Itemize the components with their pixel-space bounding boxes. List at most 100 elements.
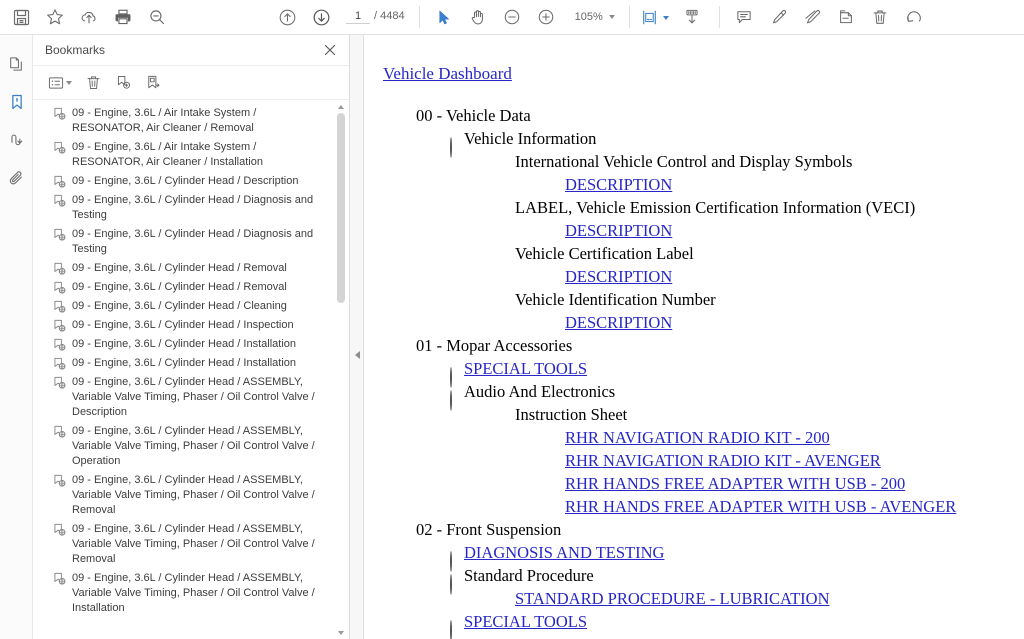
next-page-button[interactable] bbox=[304, 2, 338, 32]
save-button[interactable] bbox=[4, 2, 38, 32]
favorite-button[interactable] bbox=[38, 2, 72, 32]
bookmark-page-icon bbox=[53, 376, 67, 390]
sidebar-item-pages[interactable] bbox=[0, 47, 33, 85]
outline-label: 02 - Front Suspension bbox=[416, 520, 562, 539]
bookmark-item[interactable]: 09 - Engine, 3.6L / Cylinder Head / Diag… bbox=[33, 191, 349, 225]
download-stamp-button[interactable] bbox=[675, 2, 709, 32]
sidebar-item-bookmarks[interactable] bbox=[0, 85, 33, 123]
bookmark-item[interactable]: 09 - Engine, 3.6L / Cylinder Head / ASSE… bbox=[33, 520, 349, 569]
pan-tool-button[interactable] bbox=[461, 2, 495, 32]
bookmark-item[interactable]: 09 - Engine, 3.6L / Cylinder Head / Remo… bbox=[33, 259, 349, 278]
scrollbar-thumb[interactable] bbox=[337, 113, 345, 303]
bookmark-options-button[interactable] bbox=[43, 70, 77, 96]
outline-link[interactable]: RHR HANDS FREE ADAPTER WITH USB - 200 bbox=[565, 474, 905, 493]
outline-item: Standard Procedure STANDARD PROCEDURE - L… bbox=[450, 564, 1010, 610]
previous-page-button[interactable] bbox=[270, 2, 304, 32]
outline-link[interactable]: RHR NAVIGATION RADIO KIT - 200 bbox=[565, 428, 830, 447]
zoom-out-button[interactable] bbox=[495, 2, 529, 32]
outline-level-3: STANDARD PROCEDURE - LUBRICATION bbox=[464, 587, 1010, 610]
circle-bullet-icon bbox=[450, 551, 452, 572]
stamp-button[interactable] bbox=[829, 2, 863, 32]
outline-item: Vehicle Information International Vehicle… bbox=[450, 127, 1010, 334]
outline-link[interactable]: SPECIAL TOOLS bbox=[464, 612, 587, 631]
document-viewport[interactable]: Vehicle Dashboard 00 - Vehicle Data Vehic… bbox=[365, 35, 1024, 639]
highlight-button[interactable] bbox=[761, 2, 795, 32]
outline-item: DESCRIPTION bbox=[565, 311, 1010, 334]
outline-link[interactable]: RHR NAVIGATION RADIO KIT - AVENGER bbox=[565, 451, 881, 470]
new-bookmark-button[interactable] bbox=[109, 70, 137, 96]
goto-bookmark-button[interactable] bbox=[139, 70, 167, 96]
bookmark-item[interactable]: 09 - Engine, 3.6L / Cylinder Head / ASSE… bbox=[33, 422, 349, 471]
bookmark-item[interactable]: 09 - Engine, 3.6L / Cylinder Head / Insp… bbox=[33, 316, 349, 335]
delete-button[interactable] bbox=[863, 2, 897, 32]
comment-button[interactable] bbox=[727, 2, 761, 32]
bookmark-page-icon bbox=[53, 300, 67, 314]
bookmark-item[interactable]: 09 - Engine, 3.6L / Air Intake System / … bbox=[33, 138, 349, 172]
outline-link[interactable]: SPECIAL TOOLS bbox=[464, 359, 587, 378]
sidebar-item-attachments[interactable] bbox=[0, 161, 33, 199]
bookmark-item-label: 09 - Engine, 3.6L / Cylinder Head / Clea… bbox=[72, 300, 287, 312]
delete-bookmark-button[interactable] bbox=[79, 70, 107, 96]
bookmark-item-label: 09 - Engine, 3.6L / Cylinder Head / Diag… bbox=[72, 228, 314, 255]
scroll-up-button[interactable] bbox=[335, 100, 347, 113]
outline-item: 02 - Front Suspension DIAGNOSIS AND TESTI… bbox=[416, 518, 1010, 639]
panel-splitter[interactable] bbox=[350, 35, 364, 639]
bookmark-item[interactable]: 09 - Engine, 3.6L / Cylinder Head / ASSE… bbox=[33, 569, 349, 618]
outline-link[interactable]: DESCRIPTION bbox=[565, 175, 672, 194]
print-button[interactable] bbox=[106, 2, 140, 32]
toolbar-divider-2 bbox=[628, 6, 630, 28]
bookmark-page-icon bbox=[53, 523, 67, 537]
outline-level-2: SPECIAL TOOLS Audio And Electronics Instru… bbox=[416, 357, 1010, 518]
outline-link[interactable]: STANDARD PROCEDURE - LUBRICATION bbox=[515, 589, 829, 608]
sidebar-item-signatures[interactable] bbox=[0, 123, 33, 161]
outline-item: International Vehicle Control and Displa… bbox=[515, 150, 1010, 196]
outline-label: Audio And Electronics bbox=[464, 382, 616, 401]
upload-button[interactable] bbox=[72, 2, 106, 32]
rotate-button[interactable] bbox=[897, 2, 931, 32]
zoom-in-button[interactable] bbox=[529, 2, 563, 32]
page-number-input[interactable] bbox=[346, 10, 370, 24]
bookmark-icon bbox=[8, 93, 26, 116]
bookmark-item[interactable]: 09 - Engine, 3.6L / Cylinder Head / Inst… bbox=[33, 335, 349, 354]
bookmark-item[interactable]: 09 - Engine, 3.6L / Cylinder Head / Desc… bbox=[33, 172, 349, 191]
bookmark-item[interactable]: 09 - Engine, 3.6L / Cylinder Head / ASSE… bbox=[33, 373, 349, 422]
chevron-down-icon bbox=[608, 15, 615, 19]
zoom-level-select[interactable]: 105% bbox=[575, 11, 615, 23]
bookmark-item[interactable]: 09 - Engine, 3.6L / Cylinder Head / Clea… bbox=[33, 297, 349, 316]
outline-level-3: Instruction Sheet RHR NAVIGATION RADIO KI… bbox=[464, 403, 1010, 518]
outline-link[interactable]: DESCRIPTION bbox=[565, 267, 672, 286]
outline-item: DIAGNOSIS AND TESTING bbox=[450, 541, 1010, 572]
bookmark-item[interactable]: 09 - Engine, 3.6L / Cylinder Head / Diag… bbox=[33, 225, 349, 259]
outline-label: Front bbox=[464, 635, 500, 639]
scroll-down-button[interactable] bbox=[335, 626, 347, 639]
bookmark-page-icon bbox=[53, 194, 67, 208]
bookmarks-panel-header: Bookmarks bbox=[33, 35, 349, 66]
signature-icon bbox=[8, 131, 26, 154]
bookmark-item[interactable]: 09 - Engine, 3.6L / Cylinder Head / Remo… bbox=[33, 278, 349, 297]
strikeout-button[interactable] bbox=[795, 2, 829, 32]
bookmark-item[interactable]: 09 - Engine, 3.6L / Cylinder Head / Inst… bbox=[33, 354, 349, 373]
bookmark-item[interactable]: 09 - Engine, 3.6L / Air Intake System / … bbox=[33, 104, 349, 138]
toolbar-navigation-group: / 4484 bbox=[270, 2, 405, 32]
pdf-page: Vehicle Dashboard 00 - Vehicle Data Vehic… bbox=[365, 35, 1024, 639]
close-icon[interactable] bbox=[321, 41, 339, 59]
outline-link[interactable]: RHR HANDS FREE ADAPTER WITH USB - AVENGE… bbox=[565, 497, 956, 516]
outline-link[interactable]: DESCRIPTION bbox=[565, 221, 672, 240]
bookmark-item[interactable]: 09 - Engine, 3.6L / Cylinder Head / ASSE… bbox=[33, 471, 349, 520]
bookmark-list-scrollbar[interactable] bbox=[335, 100, 347, 639]
circle-bullet-icon bbox=[450, 620, 452, 639]
outline-level-2: DIAGNOSIS AND TESTING Standard Procedure S… bbox=[416, 541, 1010, 639]
outline-link[interactable]: DESCRIPTION bbox=[565, 313, 672, 332]
outline-item: SPECIAL TOOLS bbox=[450, 357, 1010, 388]
outline-link[interactable]: DIAGNOSIS AND TESTING bbox=[464, 543, 664, 562]
outline-level-4: DESCRIPTION bbox=[515, 219, 1010, 242]
collapse-panel-button[interactable] bbox=[353, 335, 362, 375]
chevron-down-icon bbox=[66, 80, 72, 85]
bookmark-list[interactable]: 09 - Engine, 3.6L / Air Intake System / … bbox=[33, 100, 349, 639]
select-tool-button[interactable] bbox=[427, 2, 461, 32]
fit-page-button[interactable] bbox=[637, 2, 663, 32]
document-title-link[interactable]: Vehicle Dashboard bbox=[383, 64, 512, 84]
fit-page-dropdown-caret[interactable] bbox=[662, 16, 669, 20]
search-button[interactable] bbox=[140, 2, 174, 32]
arrow-up-icon bbox=[338, 104, 344, 109]
